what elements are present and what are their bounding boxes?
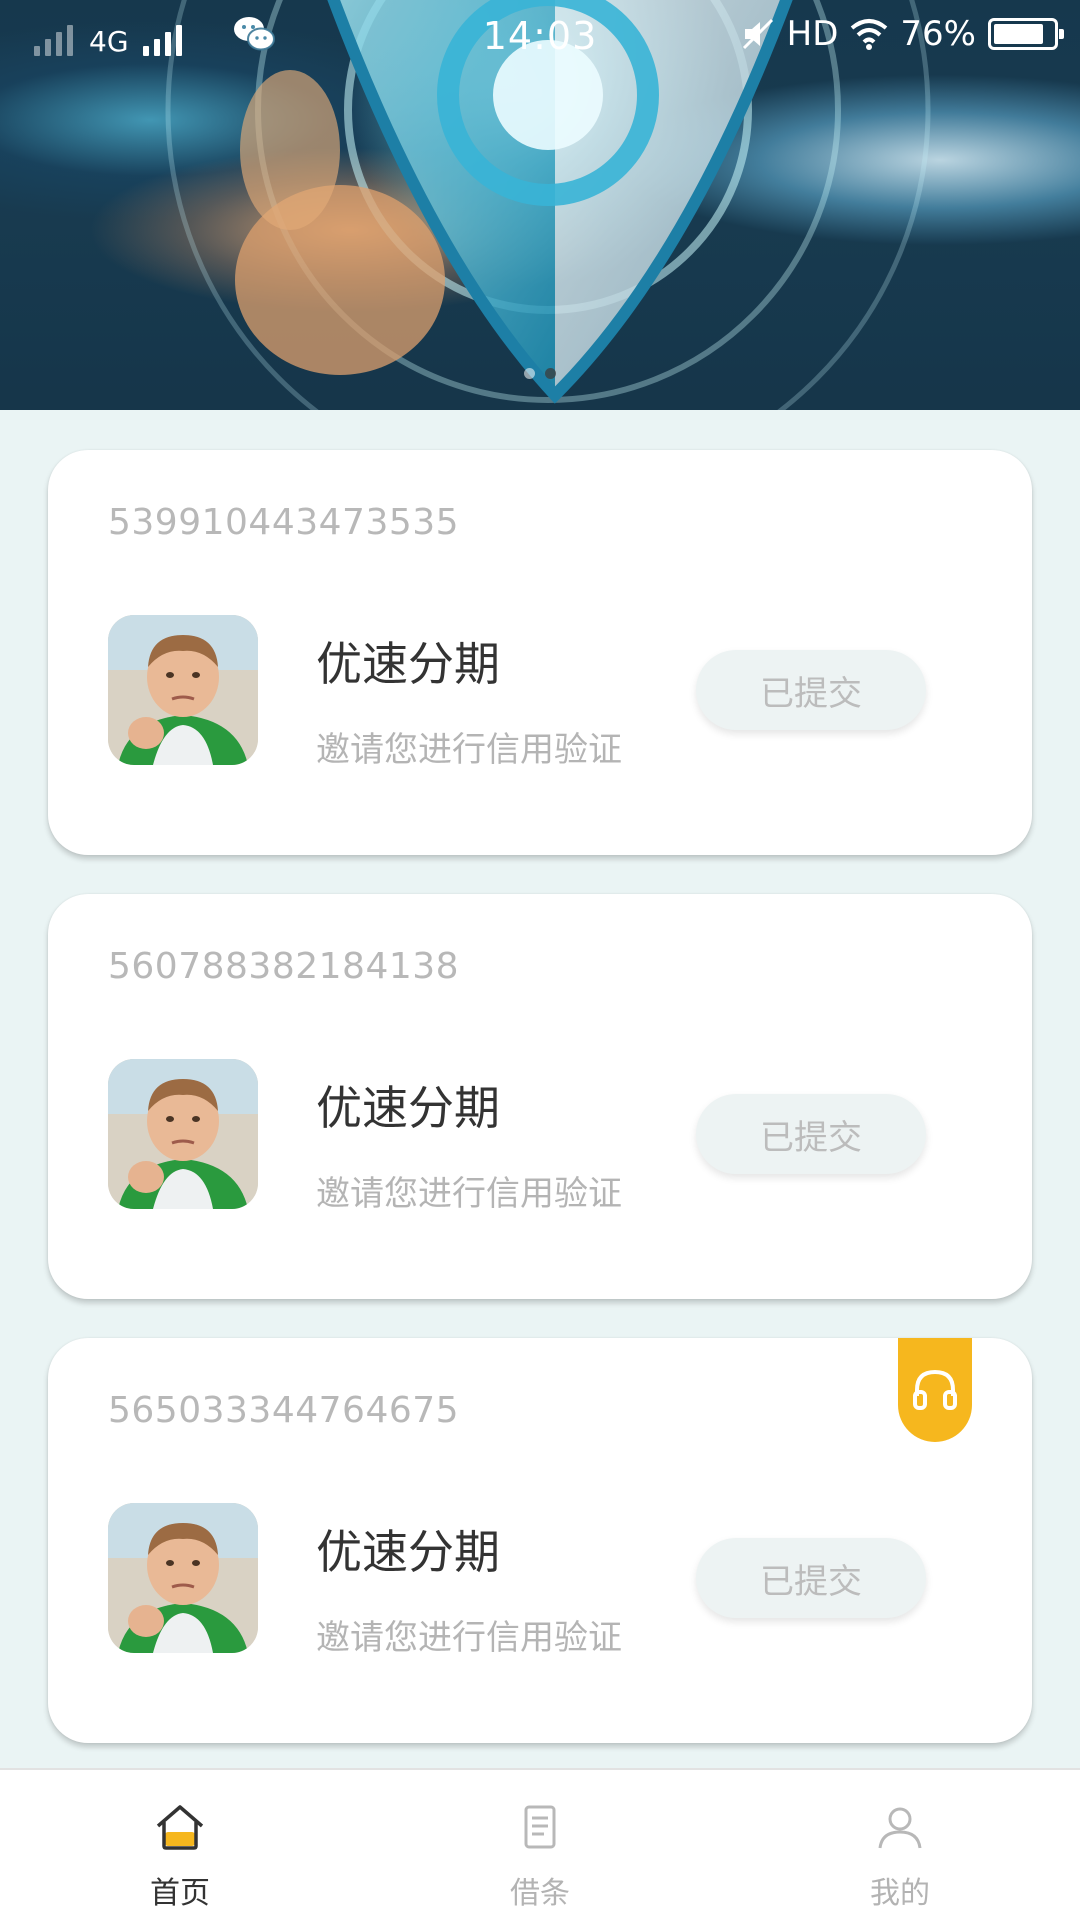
nav-label: 我的 (870, 1876, 930, 1911)
submitted-button[interactable]: 已提交 (696, 1094, 926, 1174)
card-title: 优速分期 (316, 637, 500, 691)
home-icon (156, 1805, 204, 1850)
nav-label: 首页 (150, 1876, 210, 1911)
wifi-icon (851, 19, 888, 50)
loan-card[interactable]: 560788382184138 优速分期 邀请您进行信用验证 已提交 (48, 894, 1032, 1299)
card-id: 539910443473535 (108, 502, 460, 543)
avatar (108, 1503, 258, 1653)
carousel-pager (0, 368, 1080, 379)
card-subtitle: 邀请您进行信用验证 (316, 730, 622, 770)
card-id: 565033344764675 (108, 1390, 460, 1431)
status-bar: 4G 14:03 HD 76% (0, 0, 1080, 74)
battery-percent: 76% (900, 14, 976, 54)
nav-mine[interactable]: 我的 (800, 1770, 1000, 1920)
loan-card[interactable]: 565033344764675 优速分期 邀请您进行信用验证 已提交 (48, 1338, 1032, 1743)
battery-icon (988, 18, 1064, 50)
pager-dot-active[interactable] (545, 368, 556, 379)
card-title: 优速分期 (316, 1081, 500, 1135)
card-subtitle: 邀请您进行信用验证 (316, 1174, 622, 1214)
hd-label: HD (786, 14, 839, 54)
mute-icon (742, 18, 773, 50)
avatar (108, 615, 258, 765)
avatar (108, 1059, 258, 1209)
card-id: 560788382184138 (108, 946, 460, 987)
bottom-nav: 首页 借条 我的 (0, 1768, 1080, 1920)
pager-dot[interactable] (524, 368, 535, 379)
card-title: 优速分期 (316, 1525, 500, 1579)
headset-icon (913, 1369, 957, 1410)
submitted-button[interactable]: 已提交 (696, 650, 926, 730)
nav-home[interactable]: 首页 (80, 1770, 280, 1920)
document-icon (524, 1805, 556, 1849)
loan-card[interactable]: 539910443473535 优速分期 邀请您进行信用验证 已提交 (48, 450, 1032, 855)
submitted-button[interactable]: 已提交 (696, 1538, 926, 1618)
customer-service-button[interactable] (898, 1338, 972, 1442)
user-icon (878, 1807, 922, 1849)
nav-iou[interactable]: 借条 (440, 1770, 640, 1920)
app-screen: 4G 14:03 HD 76% 539910443473535 优速分期 邀请您… (0, 0, 1080, 1920)
status-right-group: HD 76% (741, 14, 1064, 54)
card-subtitle: 邀请您进行信用验证 (316, 1618, 622, 1658)
nav-label: 借条 (510, 1876, 570, 1911)
